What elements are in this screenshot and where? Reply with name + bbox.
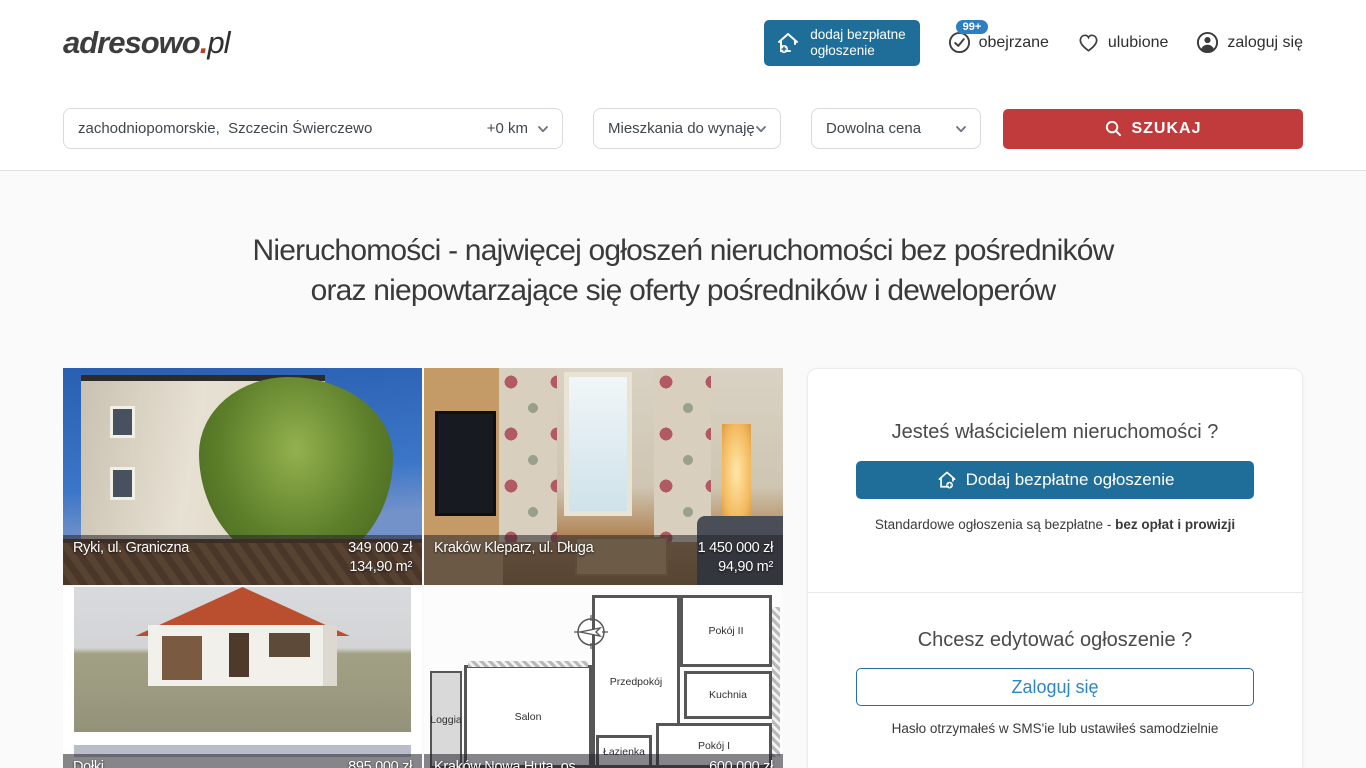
radius-select[interactable]: +0 km [487, 120, 550, 137]
viewed-label: obejrzane [979, 34, 1049, 52]
logo-main: adresowo [63, 25, 200, 60]
sidebar-login-label: Zaloguj się [1011, 677, 1098, 698]
listing-overlay: Kraków Kleparz, ul. Długa 1 450 000 zł 9… [424, 535, 783, 585]
listing-card[interactable]: Dołki 895 000 zł [63, 587, 422, 768]
listing-price: 895 000 zł [348, 759, 412, 768]
add-free-listing-button[interactable]: Dodaj bezpłatne ogłoszenie [856, 461, 1254, 499]
header: adresowo.pl dodaj bezpłatne ogłoszenie 9… [0, 0, 1366, 85]
property-type-value: Mieszkania do wynajęc [608, 120, 754, 137]
floorplan-room: Pokój II [680, 595, 772, 667]
listing-card[interactable]: Kraków Kleparz, ul. Długa 1 450 000 zł 9… [424, 368, 783, 585]
logo[interactable]: adresowo.pl [63, 25, 229, 61]
floorplan-room: Salon [464, 665, 592, 768]
floorplan-room: Kuchnia [684, 671, 772, 719]
property-type-select[interactable]: Mieszkania do wynajęc [593, 108, 781, 149]
listing-overlay: Kraków Nowa Huta, os. 600 000 zł [424, 754, 783, 768]
house-plus-icon [775, 30, 801, 56]
listing-photo [74, 587, 411, 732]
add-free-listing-label: Dodaj bezpłatne ogłoszenie [966, 470, 1175, 490]
listing-location: Kraków Kleparz, ul. Długa [434, 540, 593, 556]
search-button[interactable]: SZUKAJ [1003, 109, 1303, 149]
edit-heading: Chcesz edytować ogłoszenie ? [856, 629, 1254, 652]
listing-price: 600 000 zł [709, 759, 773, 768]
listing-card[interactable]: Ryki, ul. Graniczna 349 000 zł 134,90 m² [63, 368, 422, 585]
owner-heading: Jesteś właścicielem nieruchomości ? [856, 421, 1254, 444]
sidebar-login-button[interactable]: Zaloguj się [856, 668, 1254, 706]
location-field[interactable]: +0 km [63, 108, 563, 149]
listing-area: 94,90 m² [434, 559, 773, 575]
add-listing-label-line2: ogłoszenie [810, 43, 875, 58]
favorites-link[interactable]: ulubione [1077, 31, 1169, 54]
listing-card[interactable]: Pokój II Przedpokój Kuchnia Salon Loggia… [424, 587, 783, 768]
price-value: Dowolna cena [826, 120, 921, 137]
user-circle-icon [1196, 31, 1219, 54]
owner-section: Jesteś właścicielem nieruchomości ? Doda… [808, 369, 1302, 592]
compass-icon [572, 613, 610, 651]
listing-overlay: Dołki 895 000 zł [63, 754, 422, 768]
login-link[interactable]: zaloguj się [1196, 31, 1303, 54]
hero: Nieruchomości - najwięcej ogłoszeń nieru… [0, 231, 1366, 311]
main-content: Ryki, ul. Graniczna 349 000 zł 134,90 m²… [0, 368, 1366, 768]
login-label: zaloguj się [1227, 34, 1303, 52]
search-icon [1104, 119, 1123, 138]
listing-location: Kraków Nowa Huta, os. [434, 759, 579, 768]
listing-price: 349 000 zł [348, 540, 412, 556]
add-listing-label-line1: dodaj bezpłatne [810, 27, 905, 42]
chevron-down-icon [954, 122, 968, 136]
radius-value: +0 km [487, 120, 528, 137]
logo-tld: pl [207, 25, 229, 60]
listing-location: Ryki, ul. Graniczna [73, 540, 189, 556]
location-input[interactable] [78, 120, 487, 137]
viewed-link[interactable]: 99+ obejrzane [948, 31, 1049, 54]
price-select[interactable]: Dowolna cena [811, 108, 981, 149]
listing-area: 134,90 m² [73, 559, 412, 575]
listing-location: Dołki [73, 759, 104, 768]
viewed-badge: 99+ [956, 20, 989, 34]
search-bar: +0 km Mieszkania do wynajęc Dowolna cena [0, 85, 1366, 171]
owner-panel: Jesteś właścicielem nieruchomości ? Doda… [807, 368, 1303, 768]
edit-note: Hasło otrzymałeś w SMS'ie lub ustawiłeś … [856, 721, 1254, 736]
chevron-down-icon [536, 122, 550, 136]
listing-price: 1 450 000 zł [698, 540, 773, 556]
heart-icon [1077, 31, 1100, 54]
house-plus-icon [936, 469, 958, 491]
owner-note: Standardowe ogłoszenia są bezpłatne - be… [856, 517, 1254, 532]
page-title: Nieruchomości - najwięcej ogłoszeń nieru… [0, 231, 1366, 311]
chevron-down-icon [754, 122, 768, 136]
check-circle-icon [948, 31, 971, 54]
listing-overlay: Ryki, ul. Graniczna 349 000 zł 134,90 m² [63, 535, 422, 585]
favorites-label: ulubione [1108, 34, 1169, 52]
search-button-label: SZUKAJ [1131, 120, 1201, 138]
add-listing-button[interactable]: dodaj bezpłatne ogłoszenie [764, 20, 919, 66]
edit-section: Chcesz edytować ogłoszenie ? Zaloguj się… [808, 592, 1302, 768]
listings-grid: Ryki, ul. Graniczna 349 000 zł 134,90 m²… [63, 368, 783, 768]
header-actions: dodaj bezpłatne ogłoszenie 99+ obejrzane… [764, 20, 1303, 66]
